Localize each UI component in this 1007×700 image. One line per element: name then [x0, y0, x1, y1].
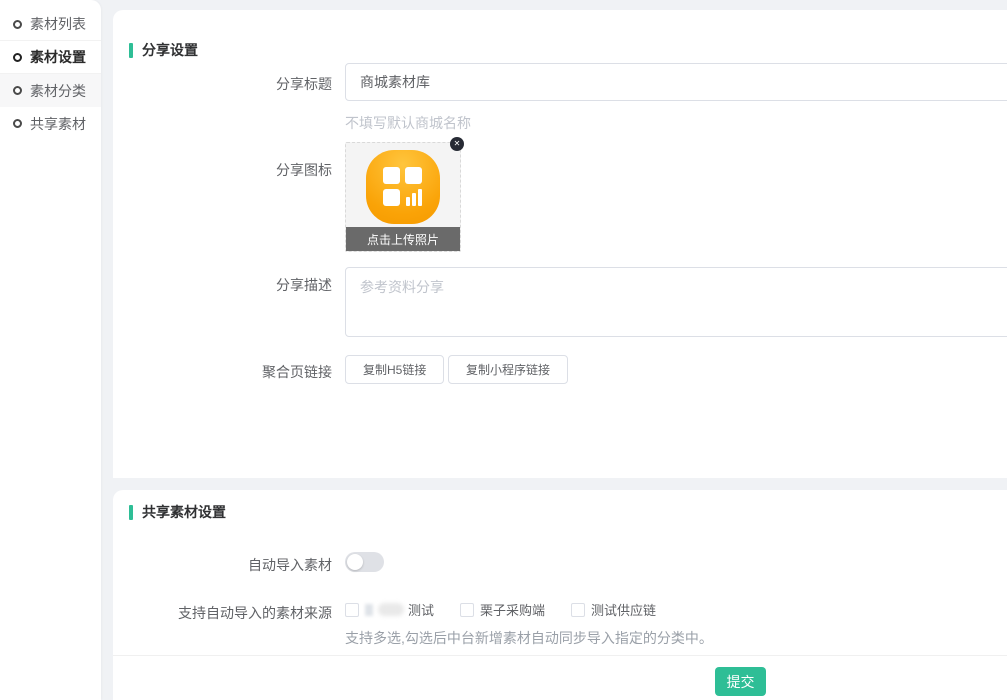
- section-accent-bar: [129, 505, 133, 520]
- section-header: 共享素材设置: [129, 502, 226, 522]
- copy-h5-link-button[interactable]: 复制H5链接: [345, 355, 444, 384]
- source-label: 测试: [408, 600, 434, 619]
- footer-divider: [113, 655, 1007, 656]
- uploaded-app-icon: [366, 150, 440, 224]
- checkbox-icon[interactable]: [345, 603, 359, 617]
- copy-miniprogram-link-button[interactable]: 复制小程序链接: [448, 355, 568, 384]
- redacted-text: [365, 604, 373, 616]
- share-title-label: 分享标题: [113, 74, 332, 94]
- share-title-input[interactable]: [345, 63, 1007, 101]
- redacted-text: [378, 603, 404, 616]
- share-icon-label: 分享图标: [113, 160, 332, 180]
- sidebar-item-material-category[interactable]: 素材分类: [0, 74, 101, 107]
- sources-hint: 支持多选,勾选后中台新增素材自动同步导入指定的分类中。: [345, 628, 713, 648]
- section-title: 分享设置: [142, 40, 198, 60]
- section-header: 分享设置: [129, 40, 198, 60]
- checkbox-icon[interactable]: [460, 603, 474, 617]
- share-desc-textarea[interactable]: [345, 267, 1007, 337]
- share-settings-panel: 分享设置 分享标题 不填写默认商城名称 分享图标 点击上传照片 ✕ 分享描述 聚…: [113, 10, 1007, 478]
- submit-button[interactable]: 提交: [715, 667, 766, 696]
- sidebar: 素材列表 素材设置 素材分类 共享素材: [0, 0, 101, 700]
- sidebar-item-shared-material[interactable]: 共享素材: [0, 107, 101, 140]
- sources-label: 支持自动导入的素材来源: [113, 603, 332, 623]
- sidebar-item-material-settings[interactable]: 素材设置: [0, 41, 101, 74]
- sidebar-item-label: 素材设置: [30, 47, 86, 67]
- sidebar-item-label: 素材分类: [30, 81, 86, 101]
- close-icon: ✕: [454, 139, 461, 148]
- source-checkbox-row: 测试 栗子采购端 测试供应链: [345, 600, 656, 619]
- section-title: 共享素材设置: [142, 502, 226, 522]
- auto-import-toggle[interactable]: [345, 552, 384, 572]
- radio-circle-icon: [13, 86, 22, 95]
- radio-circle-icon: [13, 53, 22, 62]
- source-label: 测试供应链: [591, 600, 656, 619]
- sidebar-item-material-list[interactable]: 素材列表: [0, 8, 101, 41]
- shared-material-settings-panel: 共享素材设置 自动导入素材 支持自动导入的素材来源 测试 栗子采购端 测试供应链…: [113, 490, 1007, 700]
- icon-upload-area[interactable]: 点击上传照片 ✕: [345, 142, 461, 252]
- sidebar-item-label: 素材列表: [30, 14, 86, 34]
- upload-caption[interactable]: 点击上传照片: [346, 227, 460, 251]
- source-checkbox-lizi-procurement[interactable]: 栗子采购端: [460, 600, 545, 619]
- aggregation-link-label: 聚合页链接: [113, 362, 332, 382]
- remove-icon-button[interactable]: ✕: [450, 137, 464, 151]
- toggle-knob: [347, 554, 363, 570]
- auto-import-label: 自动导入素材: [113, 555, 332, 575]
- radio-circle-icon: [13, 119, 22, 128]
- radio-circle-icon: [13, 20, 22, 29]
- sidebar-item-label: 共享素材: [30, 114, 86, 134]
- share-title-hint: 不填写默认商城名称: [345, 113, 471, 133]
- source-checkbox-test[interactable]: 测试: [345, 600, 434, 619]
- share-desc-label: 分享描述: [113, 275, 332, 295]
- checkbox-icon[interactable]: [571, 603, 585, 617]
- source-checkbox-test-supply-chain[interactable]: 测试供应链: [571, 600, 656, 619]
- source-label: 栗子采购端: [480, 600, 545, 619]
- section-accent-bar: [129, 43, 133, 58]
